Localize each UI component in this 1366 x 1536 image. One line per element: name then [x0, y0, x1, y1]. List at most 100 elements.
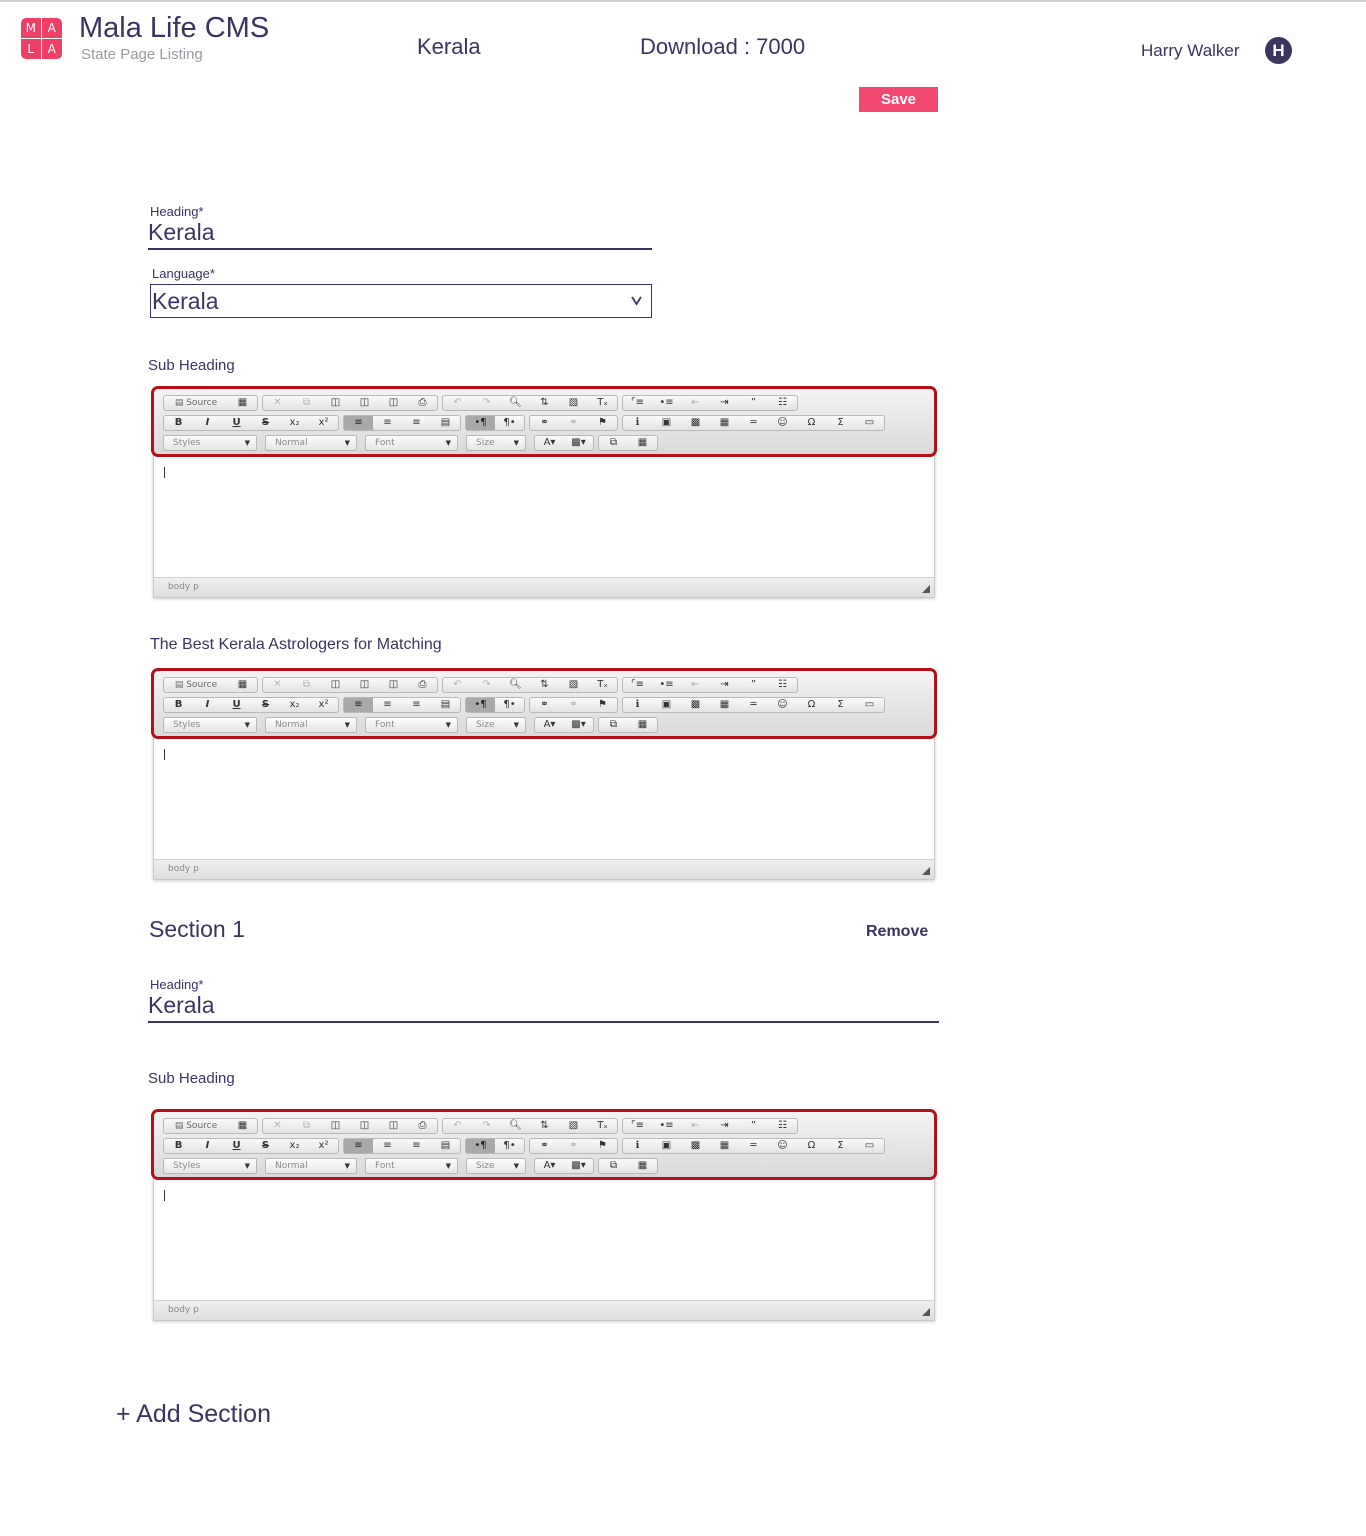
formula-icon[interactable]: Σ: [826, 416, 855, 430]
strikethrough-icon[interactable]: S: [251, 416, 280, 430]
show-blocks-icon[interactable]: ▦: [628, 718, 657, 732]
ltr-icon[interactable]: •¶: [466, 698, 495, 712]
bg-color-icon[interactable]: ▩▾: [564, 718, 593, 732]
editor-body[interactable]: [154, 460, 934, 576]
info-icon[interactable]: ℹ: [623, 416, 652, 430]
link-icon[interactable]: ⚭: [530, 698, 559, 712]
outdent-icon[interactable]: ⇤: [681, 678, 710, 692]
smiley-icon[interactable]: ☺: [768, 1139, 797, 1153]
special-char-icon[interactable]: Ω: [797, 698, 826, 712]
cut-icon[interactable]: ✕: [263, 1119, 292, 1133]
show-blocks-icon[interactable]: ▦: [628, 436, 657, 450]
find-icon[interactable]: 🔍︎: [501, 1119, 530, 1133]
subheading-editor[interactable]: ▤ Source ▦ ✕ ⧉ ◫ ◫ ◫ ⎙ ↶ ↷ 🔍︎ ⇅ ▧ Tₓ ⌜≡: [151, 386, 937, 598]
iframe-icon[interactable]: ▭: [855, 698, 884, 712]
info-icon[interactable]: ℹ: [623, 1139, 652, 1153]
image-icon[interactable]: ▣: [652, 416, 681, 430]
blockquote-icon[interactable]: ”: [739, 396, 768, 410]
superscript-icon[interactable]: x²: [309, 698, 338, 712]
table-icon[interactable]: ▦: [710, 416, 739, 430]
special-char-icon[interactable]: Ω: [797, 416, 826, 430]
text-color-icon[interactable]: A▾: [535, 436, 564, 450]
editor-body[interactable]: [154, 1183, 934, 1299]
table-icon[interactable]: ▦: [710, 1139, 739, 1153]
align-right-icon[interactable]: ≡: [402, 416, 431, 430]
outdent-icon[interactable]: ⇤: [681, 1119, 710, 1133]
align-right-icon[interactable]: ≡: [402, 698, 431, 712]
unlink-icon[interactable]: ⚭: [559, 698, 588, 712]
ltr-icon[interactable]: •¶: [466, 416, 495, 430]
unlink-icon[interactable]: ⚭: [559, 1139, 588, 1153]
superscript-icon[interactable]: x²: [309, 416, 338, 430]
maximize-icon[interactable]: ⧉: [599, 718, 628, 732]
smiley-icon[interactable]: ☺: [768, 698, 797, 712]
rtl-icon[interactable]: ¶•: [495, 1139, 524, 1153]
link-icon[interactable]: ⚭: [530, 416, 559, 430]
size-dropdown[interactable]: Size ▼: [466, 717, 526, 733]
add-section-button[interactable]: + Add Section: [116, 1400, 271, 1429]
section-subheading-editor[interactable]: ▤ Source ▦ ✕ ⧉ ◫ ◫ ◫ ⎙ ↶ ↷ 🔍︎ ⇅ ▧ Tₓ ⌜≡: [151, 1109, 937, 1321]
formula-icon[interactable]: Σ: [826, 698, 855, 712]
font-dropdown[interactable]: Font ▼: [365, 717, 458, 733]
iframe-icon[interactable]: ▭: [855, 416, 884, 430]
undo-icon[interactable]: ↶: [443, 396, 472, 410]
resize-grip-icon[interactable]: [922, 867, 930, 875]
show-blocks-icon[interactable]: ▦: [628, 1159, 657, 1173]
find-icon[interactable]: 🔍︎: [501, 678, 530, 692]
language-select[interactable]: Kerala: [150, 284, 652, 318]
info-icon[interactable]: ℹ: [623, 698, 652, 712]
copy-icon[interactable]: ⧉: [292, 1119, 321, 1133]
div-icon[interactable]: ☷: [768, 396, 797, 410]
rtl-icon[interactable]: ¶•: [495, 416, 524, 430]
font-dropdown[interactable]: Font ▼: [365, 1158, 458, 1174]
paste-text-icon[interactable]: ◫: [350, 396, 379, 410]
source-button[interactable]: ▤ Source: [164, 1119, 228, 1133]
select-all-icon[interactable]: ▧: [559, 678, 588, 692]
paste-text-icon[interactable]: ◫: [350, 1119, 379, 1133]
indent-icon[interactable]: ⇥: [710, 678, 739, 692]
align-left-icon[interactable]: ≡: [344, 416, 373, 430]
font-dropdown[interactable]: Font ▼: [365, 435, 458, 451]
avatar[interactable]: H: [1265, 37, 1292, 64]
maximize-icon[interactable]: ⧉: [599, 436, 628, 450]
remove-format-icon[interactable]: Tₓ: [588, 396, 617, 410]
indent-icon[interactable]: ⇥: [710, 1119, 739, 1133]
image-icon[interactable]: ▣: [652, 1139, 681, 1153]
bullet-list-icon[interactable]: •≡: [652, 1119, 681, 1133]
underline-icon[interactable]: U: [222, 698, 251, 712]
underline-icon[interactable]: U: [222, 1139, 251, 1153]
numbered-list-icon[interactable]: ⌜≡: [623, 396, 652, 410]
table-icon[interactable]: ▦: [710, 698, 739, 712]
cut-icon[interactable]: ✕: [263, 678, 292, 692]
anchor-icon[interactable]: ⚑: [588, 416, 617, 430]
maximize-icon[interactable]: ⧉: [599, 1159, 628, 1173]
replace-icon[interactable]: ⇅: [530, 396, 559, 410]
justify-icon[interactable]: ▤: [431, 416, 460, 430]
justify-icon[interactable]: ▤: [431, 1139, 460, 1153]
source-button[interactable]: ▤ Source: [164, 396, 228, 410]
copy-icon[interactable]: ⧉: [292, 396, 321, 410]
find-icon[interactable]: 🔍︎: [501, 396, 530, 410]
subscript-icon[interactable]: x₂: [280, 1139, 309, 1153]
paste-icon[interactable]: ◫: [321, 678, 350, 692]
iframe-icon[interactable]: ▭: [855, 1139, 884, 1153]
paste-word-icon[interactable]: ◫: [379, 396, 408, 410]
editor-body[interactable]: [154, 742, 934, 858]
styles-dropdown[interactable]: Styles ▼: [163, 1158, 257, 1174]
subscript-icon[interactable]: x₂: [280, 698, 309, 712]
format-dropdown[interactable]: Normal ▼: [265, 717, 357, 733]
smiley-icon[interactable]: ☺: [768, 416, 797, 430]
resize-grip-icon[interactable]: [922, 1308, 930, 1316]
bold-icon[interactable]: B: [164, 698, 193, 712]
strikethrough-icon[interactable]: S: [251, 698, 280, 712]
print-icon[interactable]: ⎙: [408, 1119, 437, 1133]
resize-grip-icon[interactable]: [922, 585, 930, 593]
paste-text-icon[interactable]: ◫: [350, 678, 379, 692]
align-left-icon[interactable]: ≡: [344, 698, 373, 712]
special-char-icon[interactable]: Ω: [797, 1139, 826, 1153]
anchor-icon[interactable]: ⚑: [588, 1139, 617, 1153]
unlink-icon[interactable]: ⚭: [559, 416, 588, 430]
styles-dropdown[interactable]: Styles ▼: [163, 435, 257, 451]
align-right-icon[interactable]: ≡: [402, 1139, 431, 1153]
cut-icon[interactable]: ✕: [263, 396, 292, 410]
